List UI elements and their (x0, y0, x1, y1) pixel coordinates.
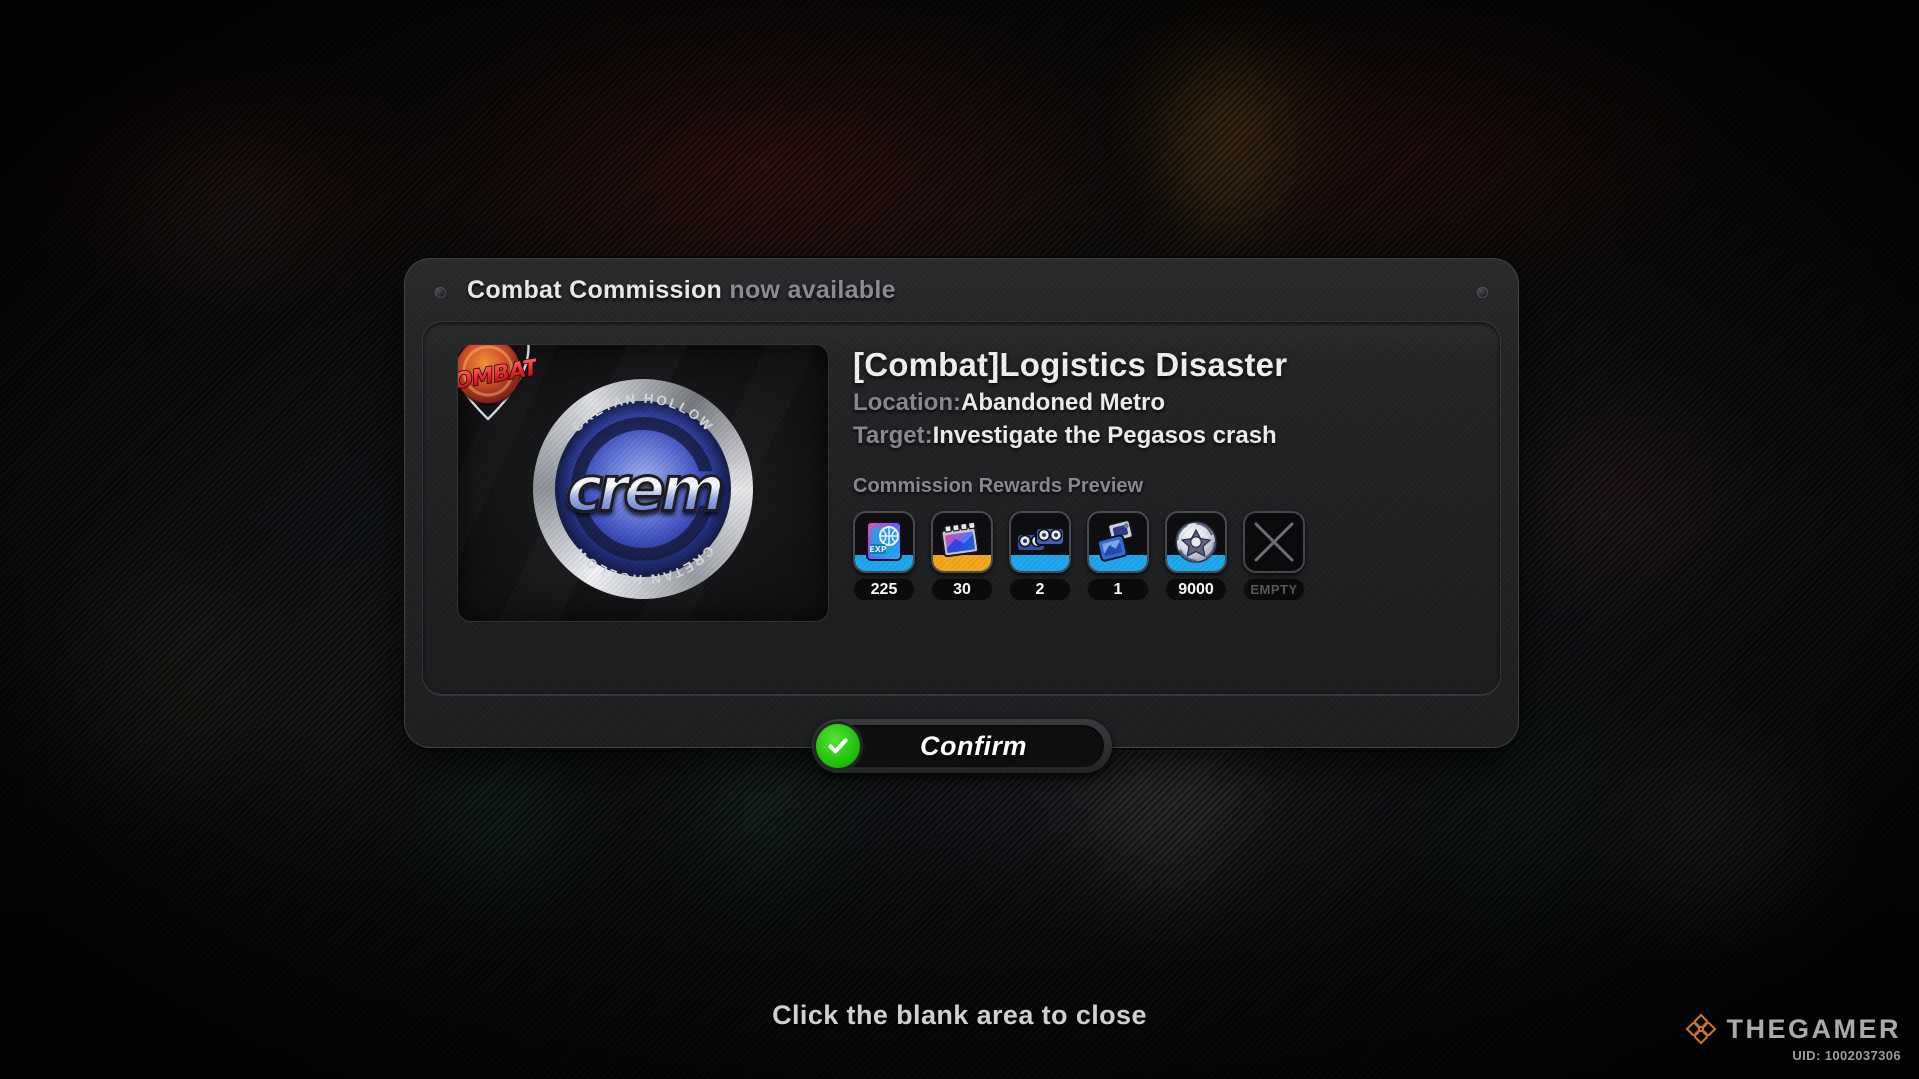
reward-slot[interactable] (1009, 511, 1071, 573)
svg-text:EXP: EXP (869, 545, 887, 554)
confirm-button-wrapper: Confirm (811, 719, 1112, 773)
dialog-header: Combat Commission now available (405, 259, 1518, 321)
location-label: Location: (853, 389, 961, 416)
confirm-button-label: Confirm (920, 730, 1027, 761)
target-label: Target: (853, 422, 933, 449)
commission-dialog: Combat Commission now available CRETAN H… (404, 258, 1519, 773)
confirm-button[interactable]: Confirm (811, 719, 1112, 773)
mission-info-column: [Combat]Logistics Disaster Location:Aban… (853, 346, 1474, 676)
confirm-button-inner: Confirm (819, 725, 1104, 767)
reward-count: 2 (1009, 578, 1071, 601)
device-chip-icon (1089, 513, 1147, 571)
empty-slot-icon (1245, 513, 1303, 571)
dialog-body: CRETAN HOLLOW CRETAN HOLLOW crem COMBAT … (422, 321, 1501, 695)
game-screen: Combat Commission now available CRETAN H… (0, 0, 1919, 1079)
reward-item[interactable]: EMPTY (1243, 511, 1305, 601)
reward-item[interactable]: 2 (1009, 511, 1071, 601)
combat-type-badge-icon: COMBAT (458, 345, 536, 421)
rivet-right-icon (1477, 287, 1488, 298)
reward-count: 1 (1087, 578, 1149, 601)
film-reel-icon (933, 513, 991, 571)
mission-title: [Combat]Logistics Disaster (853, 346, 1288, 383)
reward-slot[interactable]: EXP (853, 511, 915, 573)
reward-count: 9000 (1165, 578, 1227, 601)
mission-location-row: Location:Abandoned Metro (853, 389, 1474, 417)
dialog-title: Combat Commission now available (467, 276, 896, 305)
watermark-uid: UID: 1002037306 (1792, 1048, 1901, 1063)
exp-card-icon: EXP (855, 513, 913, 571)
location-value: Abandoned Metro (961, 389, 1165, 416)
reward-count: EMPTY (1243, 578, 1305, 601)
reward-item[interactable]: 9000 (1165, 511, 1227, 601)
target-value: Investigate the Pegasos crash (932, 422, 1277, 449)
reward-count: 30 (931, 578, 993, 601)
watermark-brand: THEGAMER (1726, 1013, 1901, 1044)
reward-count: 225 (853, 578, 915, 601)
commission-artwork-panel: CRETAN HOLLOW CRETAN HOLLOW crem COMBAT (457, 344, 829, 622)
watermark: THEGAMER UID: 1002037306 (1684, 1012, 1902, 1063)
check-circle-icon (815, 724, 860, 768)
reward-item[interactable]: EXP 225 (853, 511, 915, 601)
dialog-title-soft: now available (722, 275, 896, 304)
reward-slot[interactable] (1087, 511, 1149, 573)
cretan-hollow-emblem: CRETAN HOLLOW CRETAN HOLLOW crem (533, 378, 753, 599)
reward-item[interactable]: 30 (931, 511, 993, 601)
rewards-list: EXP 225 30 2 1 9000 EMPTY (853, 511, 1474, 601)
tape-pair-icon (1011, 513, 1069, 571)
rivet-left-icon (435, 287, 446, 298)
reward-slot[interactable] (931, 511, 993, 573)
mission-target-row: Target:Investigate the Pegasos crash (853, 422, 1474, 450)
reward-item[interactable]: 1 (1087, 511, 1149, 601)
close-hint-text: Click the blank area to close (772, 1000, 1147, 1030)
reward-slot[interactable] (1243, 511, 1305, 573)
dialog-title-strong: Combat Commission (467, 275, 723, 304)
denny-coin-icon (1167, 513, 1225, 571)
rewards-caption: Commission Rewards Preview (853, 475, 1144, 497)
thegamer-logo-icon (1685, 1013, 1716, 1045)
emblem-wordmark: crem (565, 451, 727, 527)
reward-slot[interactable] (1165, 511, 1227, 573)
